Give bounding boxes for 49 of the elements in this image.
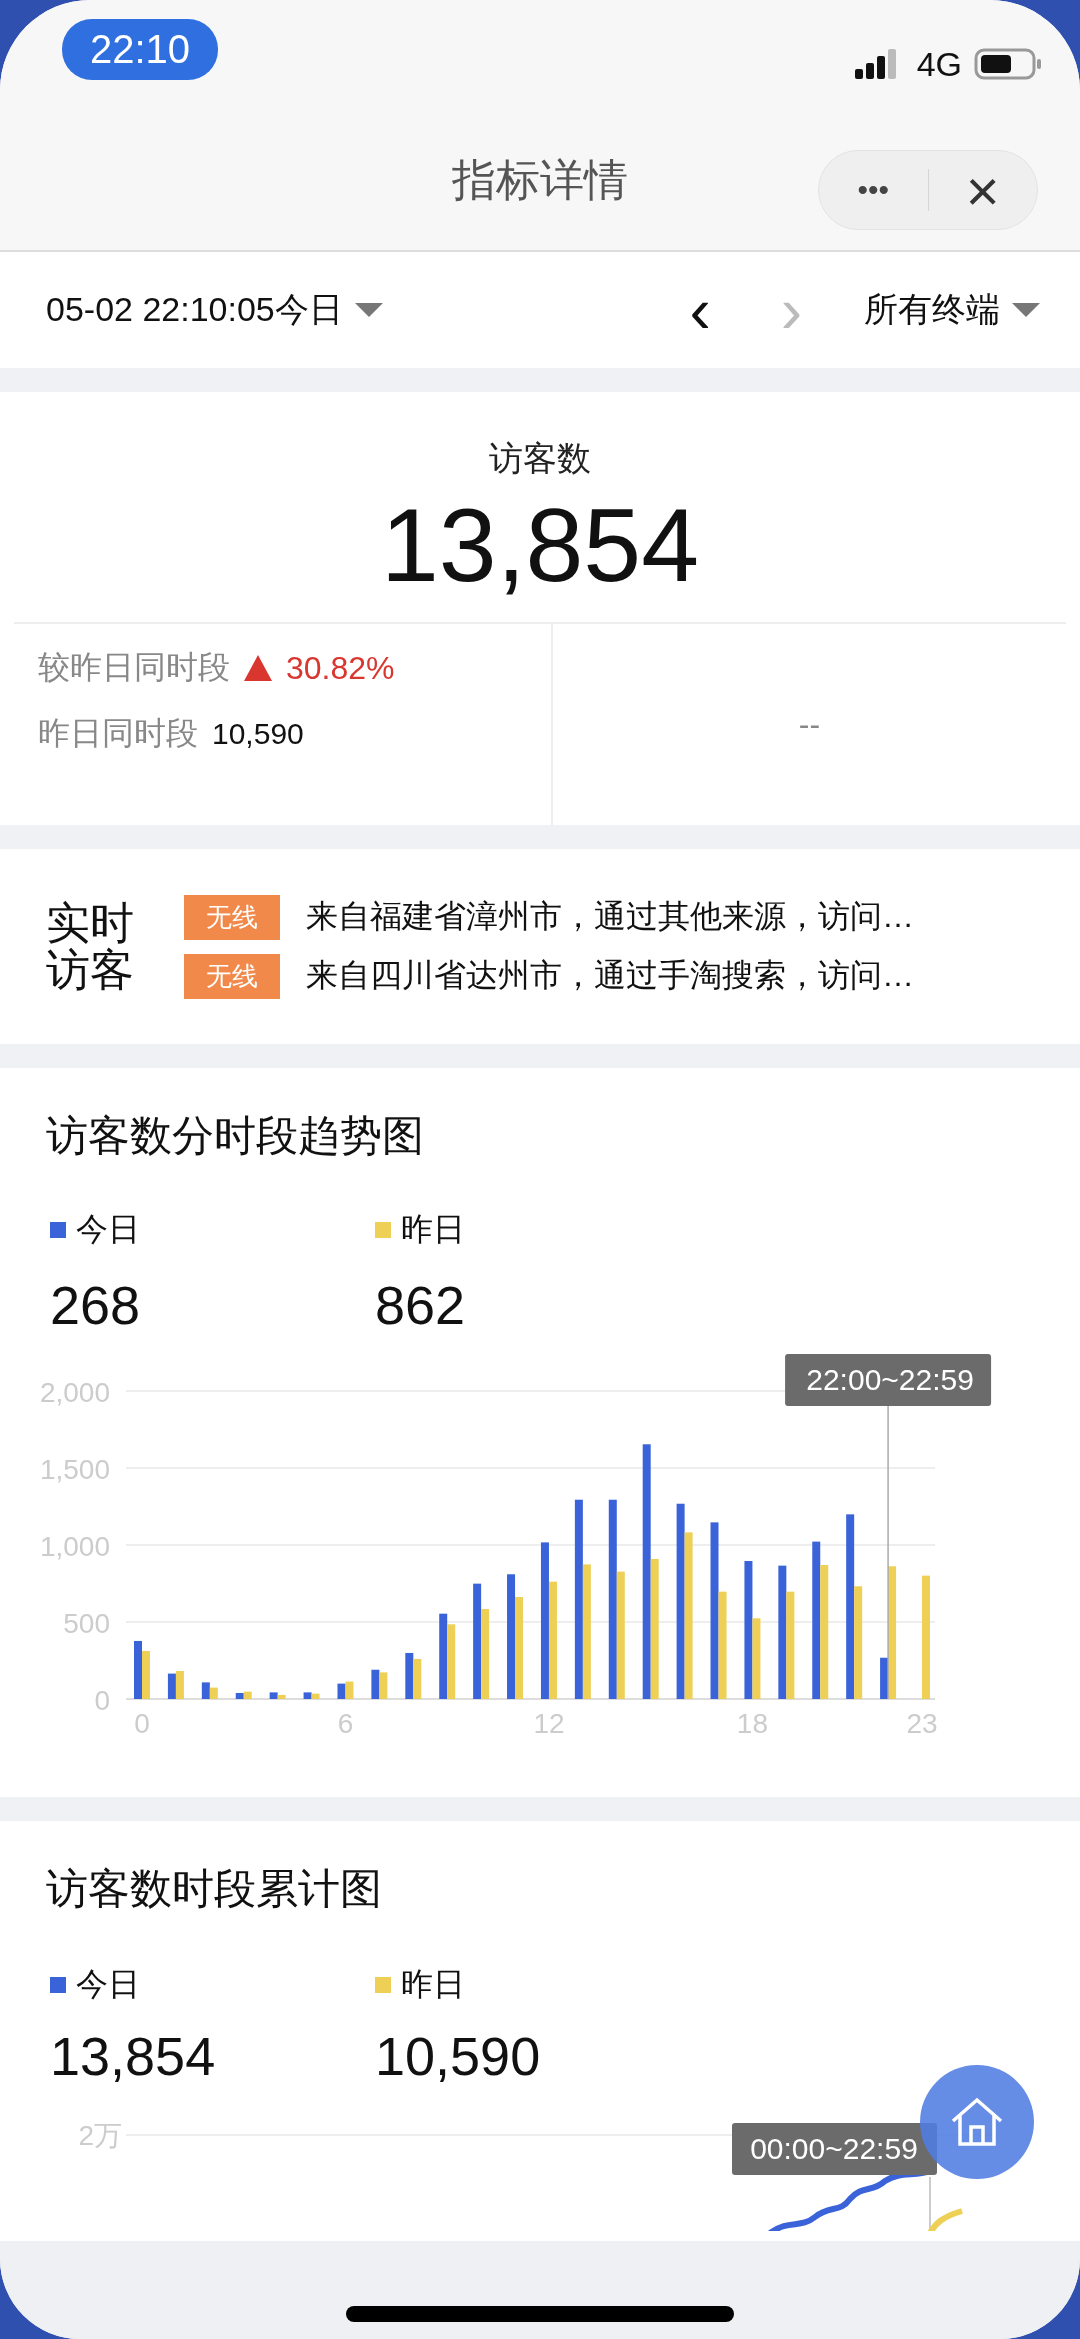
bar	[413, 1658, 422, 1699]
channel-tag: 无线	[184, 953, 280, 999]
realtime-title: 实时访客	[46, 900, 135, 993]
tooltip: 00:00~22:59	[732, 2123, 937, 2175]
dropdown-icon	[354, 303, 383, 317]
network-label: 4G	[916, 44, 962, 84]
bar	[201, 1682, 210, 1699]
page-title: 指标详情	[452, 153, 628, 206]
legend-value: 862	[375, 1274, 467, 1336]
bar	[345, 1681, 354, 1699]
house-icon	[950, 2097, 1004, 2147]
yesterday-line	[927, 2208, 963, 2231]
legend-label: 昨日	[401, 1965, 465, 2004]
legend-value: 10,590	[375, 2025, 542, 2087]
annotation: 22:00~22:59	[806, 1363, 974, 1396]
bar	[167, 1673, 176, 1699]
close-button[interactable]: ×	[928, 151, 1037, 229]
legend-value: 268	[50, 1274, 142, 1336]
chart-title: 访客数时段累计图	[46, 1864, 383, 1914]
legend-label: 昨日	[401, 1210, 465, 1249]
chart-title: 访客数分时段趋势图	[46, 1111, 425, 1161]
metric-label: 访客数	[488, 438, 592, 479]
status-time: 22:10	[62, 18, 219, 80]
legend-label: 今日	[76, 1210, 140, 1249]
bar	[175, 1670, 184, 1699]
yesterday-value: 10,590	[212, 717, 304, 752]
bar	[337, 1683, 346, 1699]
change-percent: 30.82%	[286, 649, 395, 687]
date-dropdown[interactable]: 05-02 22:10:05今日	[46, 287, 383, 333]
legend-label: 今日	[76, 1965, 140, 2004]
terminal-dropdown[interactable]: 所有终端	[864, 287, 1040, 333]
tooltip: 22:00~22:59	[785, 1354, 992, 1406]
metric-value: 13,854	[379, 488, 701, 603]
yesterday-label: 昨日同时段	[38, 714, 198, 754]
legend-value: 13,854	[50, 2025, 217, 2087]
bar	[379, 1672, 388, 1699]
visitor-entry[interactable]: 来自四川省达州市，通过手淘搜索，访问…	[306, 954, 914, 998]
previous-button[interactable]: ‹	[689, 278, 711, 342]
channel-tag: 无线	[184, 894, 280, 940]
dropdown-icon	[1012, 303, 1040, 317]
visitor-entry[interactable]: 来自福建省漳州市，通过其他来源，访问…	[306, 895, 914, 939]
battery-icon	[974, 46, 1044, 82]
compare-label: 较昨日同时段	[38, 648, 230, 688]
bar	[405, 1652, 414, 1699]
bar	[209, 1687, 218, 1699]
empty-value: --	[798, 706, 821, 744]
bar	[371, 1669, 380, 1699]
cursor-line	[929, 2176, 931, 2231]
more-button[interactable]: •••	[819, 151, 928, 229]
